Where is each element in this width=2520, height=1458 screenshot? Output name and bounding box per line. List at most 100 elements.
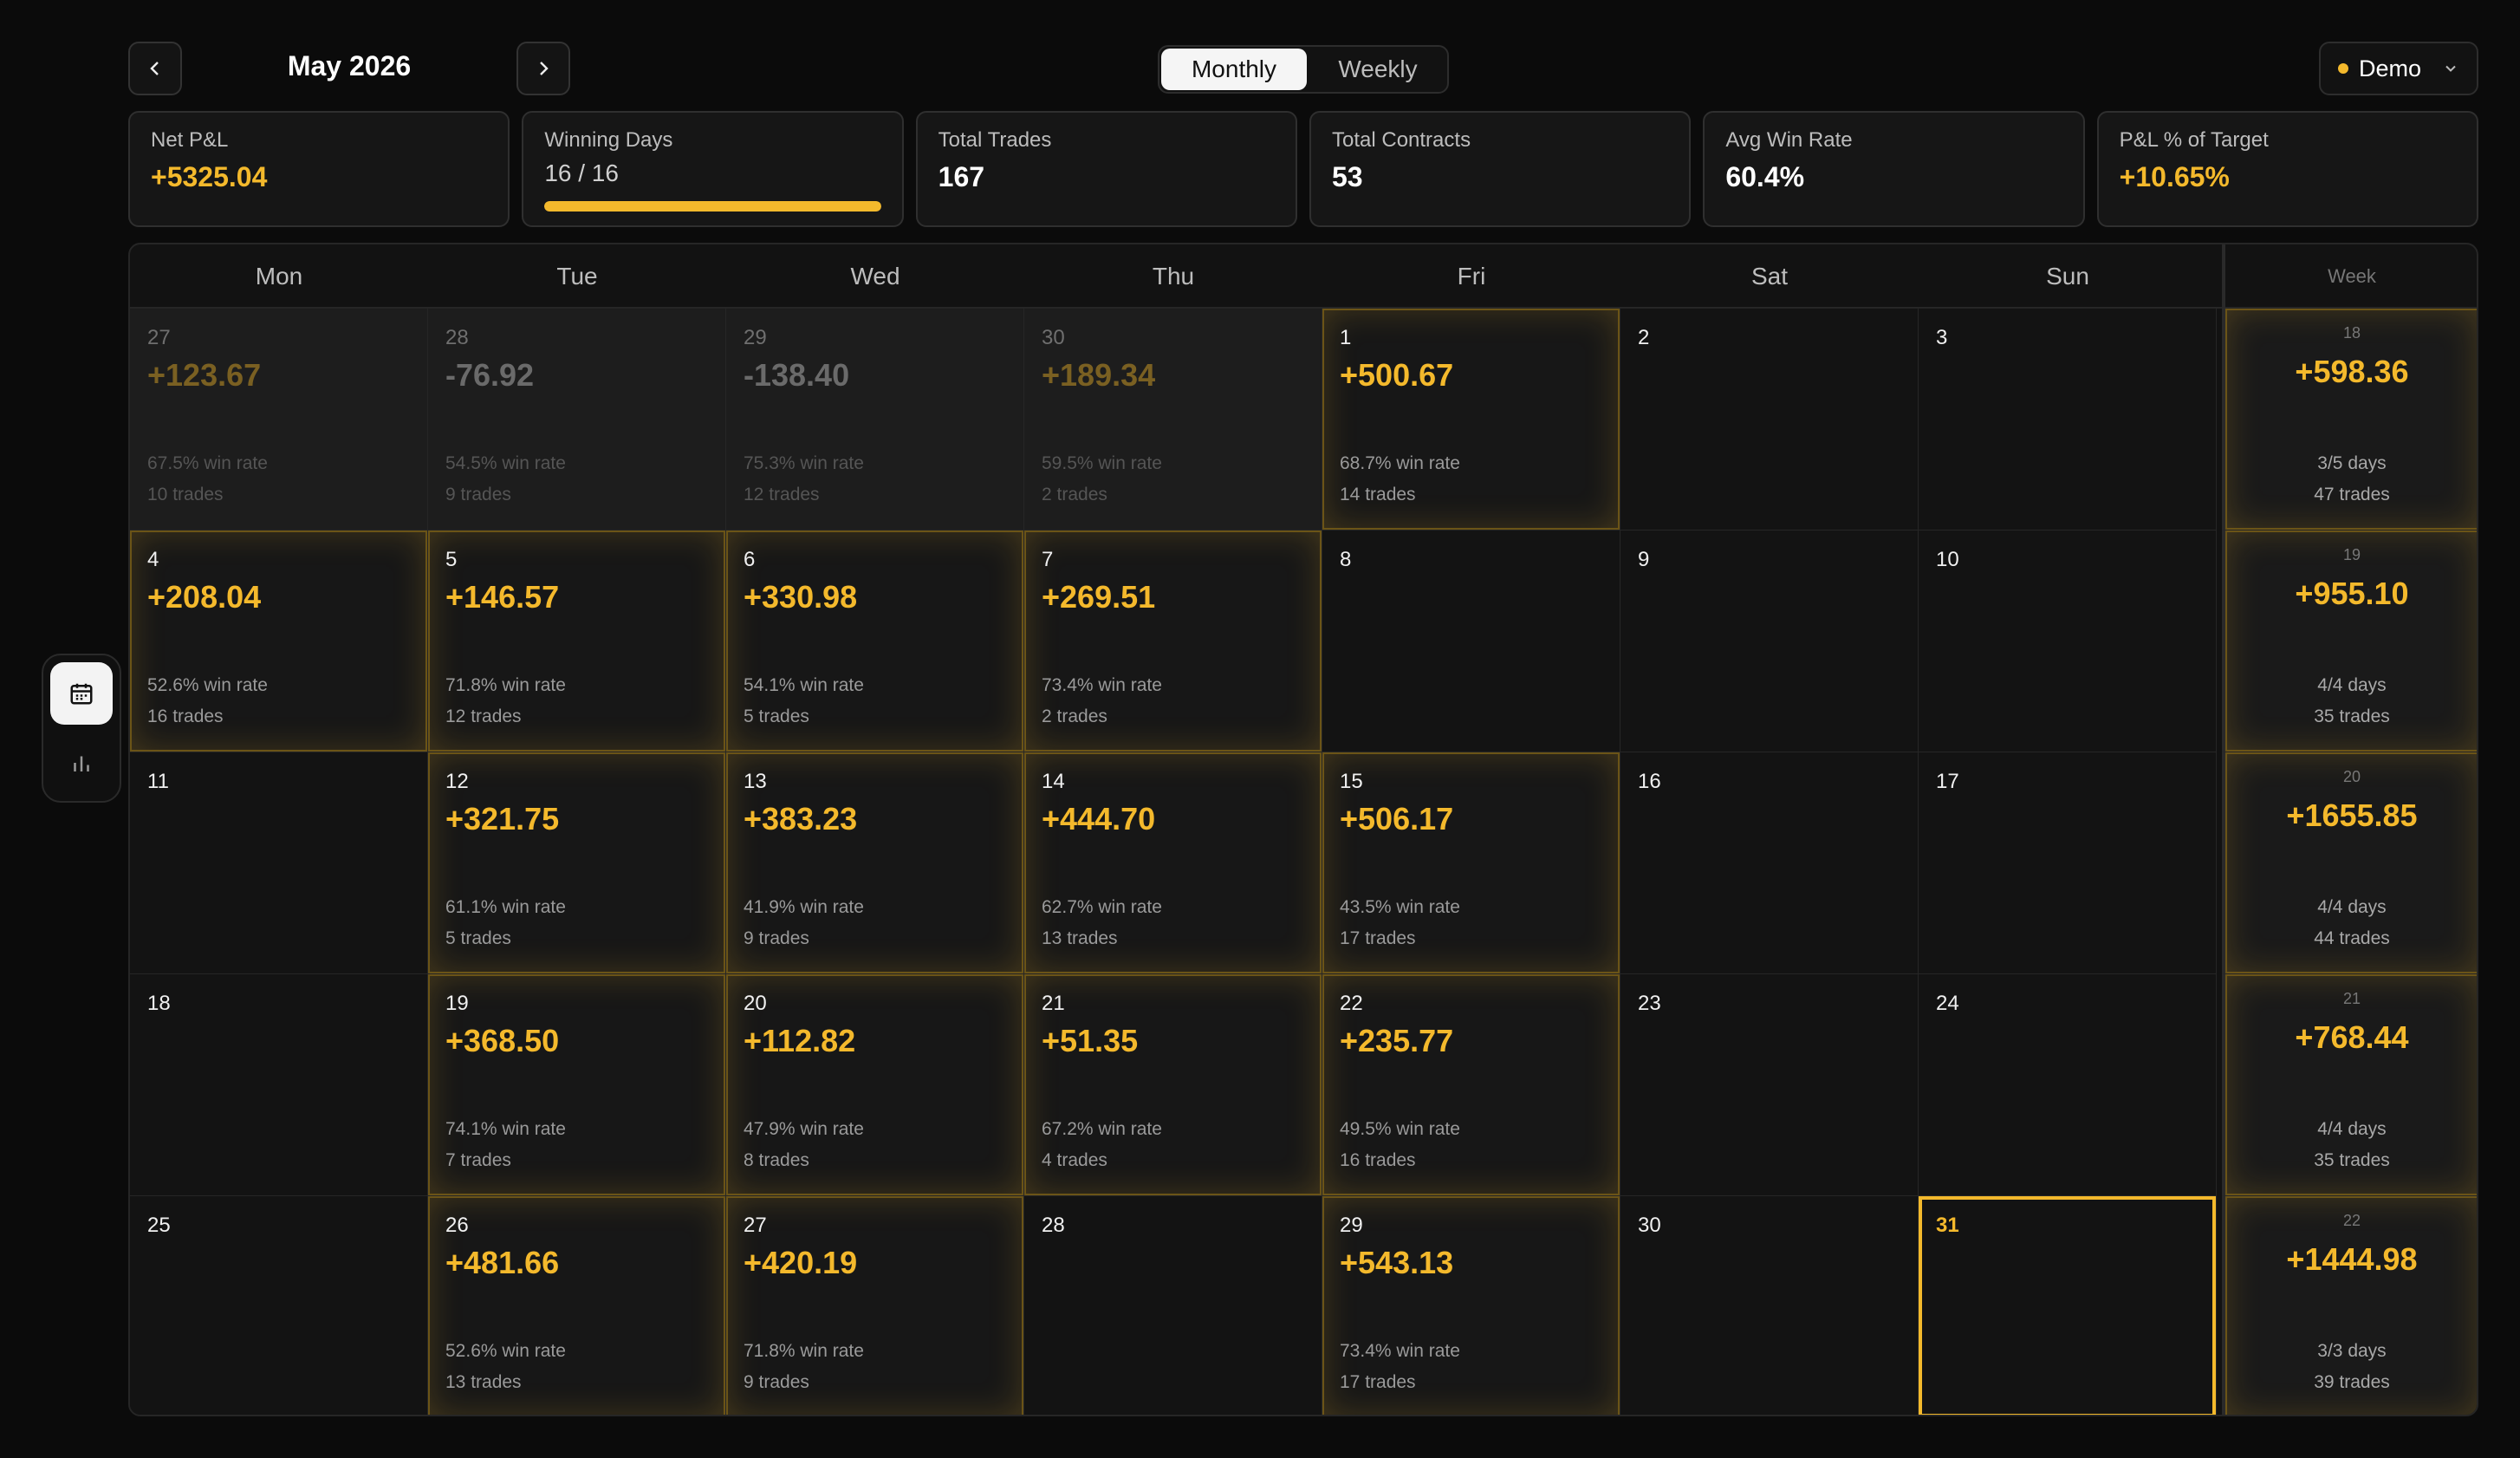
day-meta: 41.9% win rate 9 trades — [744, 892, 864, 954]
day-cell[interactable]: 9 — [1620, 530, 1919, 752]
stat-net-pnl: Net P&L +5325.04 — [128, 111, 510, 227]
stat-label: Avg Win Rate — [1725, 128, 1853, 152]
day-pnl: +330.98 — [744, 579, 858, 615]
day-cell[interactable]: 25 — [130, 1196, 428, 1415]
chevron-left-icon — [150, 62, 159, 75]
day-trades: 8 trades — [744, 1150, 809, 1170]
day-cell[interactable]: 28 -76.92 54.5% win rate 9 trades — [428, 309, 726, 530]
calendar-view-button[interactable] — [50, 662, 113, 725]
day-cell[interactable]: 27 +123.67 67.5% win rate 10 trades — [130, 309, 428, 530]
day-cell[interactable]: 23 — [1620, 974, 1919, 1196]
day-cell[interactable]: 6 +330.98 54.1% win rate 5 trades — [726, 530, 1024, 752]
day-number: 4 — [147, 548, 159, 571]
day-win-rate: 61.1% win rate — [445, 897, 566, 917]
day-number: 25 — [147, 1214, 171, 1237]
week-summary-cell[interactable]: 19 +955.10 4/4 days 35 trades — [2222, 530, 2477, 752]
tab-weekly[interactable]: Weekly — [1310, 49, 1445, 90]
day-cell[interactable]: 24 — [1919, 974, 2217, 1196]
week-pnl: +598.36 — [2295, 354, 2409, 389]
stat-avg-win-rate: Avg Win Rate 60.4% — [1703, 111, 2085, 227]
week-meta: 3/5 days 47 trades — [2225, 448, 2477, 511]
day-cell[interactable]: 30 +189.34 59.5% win rate 2 trades — [1024, 309, 1322, 530]
day-cell[interactable]: 17 — [1919, 752, 2217, 974]
day-cell[interactable]: 18 — [130, 974, 428, 1196]
day-cell-today[interactable]: 31 — [1919, 1196, 2217, 1415]
week-summary-cell[interactable]: 18 +598.36 3/5 days 47 trades — [2222, 309, 2477, 530]
day-trades: 5 trades — [744, 706, 809, 726]
day-cell[interactable]: 30 — [1620, 1196, 1919, 1415]
account-selector[interactable]: Demo — [2319, 42, 2478, 95]
day-meta: 68.7% win rate 14 trades — [1340, 448, 1460, 511]
day-cell[interactable]: 2 — [1620, 309, 1919, 530]
day-cell[interactable]: 15 +506.17 43.5% win rate 17 trades — [1322, 752, 1620, 974]
week-days: 3/3 days — [2317, 1341, 2387, 1361]
day-pnl: +235.77 — [1340, 1023, 1454, 1058]
day-cell[interactable]: 20 +112.82 47.9% win rate 8 trades — [726, 974, 1024, 1196]
day-meta: 62.7% win rate 13 trades — [1042, 892, 1162, 954]
day-meta: 47.9% win rate 8 trades — [744, 1114, 864, 1176]
day-number: 31 — [1936, 1214, 1959, 1237]
analytics-view-button[interactable] — [50, 732, 113, 794]
day-cell[interactable]: 8 — [1322, 530, 1620, 752]
day-win-rate: 75.3% win rate — [744, 453, 864, 473]
week-summary-cell[interactable]: 20 +1655.85 4/4 days 44 trades — [2222, 752, 2477, 974]
day-number: 3 — [1936, 326, 1948, 349]
next-month-button[interactable] — [516, 42, 570, 95]
day-cell[interactable]: 27 +420.19 71.8% win rate 9 trades — [726, 1196, 1024, 1415]
day-meta: 43.5% win rate 17 trades — [1340, 892, 1460, 954]
day-number: 29 — [744, 326, 767, 349]
day-cell[interactable]: 16 — [1620, 752, 1919, 974]
weekday-header: Tue — [556, 263, 598, 290]
calendar-grid: Week Mon Tue Wed Thu Fri Sat Sun 27 +123.67 67.5… — [128, 243, 2478, 1416]
winning-days-progress — [544, 201, 881, 212]
day-cell[interactable]: 28 — [1024, 1196, 1322, 1415]
day-number: 15 — [1340, 770, 1363, 793]
day-number: 24 — [1936, 992, 1959, 1015]
day-cell[interactable]: 29 -138.40 75.3% win rate 12 trades — [726, 309, 1024, 530]
day-cell[interactable]: 29 +543.13 73.4% win rate 17 trades — [1322, 1196, 1620, 1415]
stat-value: 53 — [1332, 161, 1363, 192]
day-cell[interactable]: 7 +269.51 73.4% win rate 2 trades — [1024, 530, 1322, 752]
day-cell[interactable]: 14 +444.70 62.7% win rate 13 trades — [1024, 752, 1322, 974]
day-cell[interactable]: 3 — [1919, 309, 2217, 530]
day-cell[interactable]: 22 +235.77 49.5% win rate 16 trades — [1322, 974, 1620, 1196]
day-meta: 61.1% win rate 5 trades — [445, 892, 566, 954]
week-trades: 44 trades — [2314, 928, 2390, 948]
chevron-right-icon — [540, 62, 549, 75]
day-pnl: +368.50 — [445, 1023, 560, 1058]
previous-month-button[interactable] — [128, 42, 182, 95]
day-number: 27 — [744, 1214, 767, 1237]
day-cell[interactable]: 10 — [1919, 530, 2217, 752]
day-trades: 13 trades — [1042, 928, 1118, 948]
stat-value: 167 — [938, 161, 985, 192]
day-cell[interactable]: 19 +368.50 74.1% win rate 7 trades — [428, 974, 726, 1196]
stat-label: Net P&L — [151, 128, 229, 152]
account-label: Demo — [2359, 55, 2422, 81]
day-number: 16 — [1638, 770, 1661, 793]
day-pnl: -76.92 — [445, 357, 535, 393]
week-summary-cell[interactable]: 21 +768.44 4/4 days 35 trades — [2222, 974, 2477, 1196]
day-cell[interactable]: 1 +500.67 68.7% win rate 14 trades — [1322, 309, 1620, 530]
stat-value: 60.4% — [1725, 161, 1805, 192]
day-meta: 71.8% win rate 9 trades — [744, 1336, 864, 1398]
day-win-rate: 67.2% win rate — [1042, 1119, 1162, 1139]
day-cell[interactable]: 21 +51.35 67.2% win rate 4 trades — [1024, 974, 1322, 1196]
day-win-rate: 54.5% win rate — [445, 453, 566, 473]
stat-winning-days: Winning Days 16 / 16 — [522, 111, 904, 227]
day-cell[interactable]: 12 +321.75 61.1% win rate 5 trades — [428, 752, 726, 974]
week-summary-cell[interactable]: 22 +1444.98 3/3 days 39 trades — [2222, 1196, 2477, 1415]
day-meta: 67.5% win rate 10 trades — [147, 448, 268, 511]
day-cell[interactable]: 4 +208.04 52.6% win rate 16 trades — [130, 530, 428, 752]
day-number: 9 — [1638, 548, 1650, 571]
tab-monthly[interactable]: Monthly — [1161, 49, 1307, 90]
day-cell[interactable]: 13 +383.23 41.9% win rate 9 trades — [726, 752, 1024, 974]
day-cell[interactable]: 11 — [130, 752, 428, 974]
day-win-rate: 73.4% win rate — [1340, 1341, 1460, 1361]
day-win-rate: 71.8% win rate — [744, 1341, 864, 1361]
day-cell[interactable]: 26 +481.66 52.6% win rate 13 trades — [428, 1196, 726, 1415]
day-trades: 12 trades — [445, 706, 522, 726]
day-number: 26 — [445, 1214, 469, 1237]
day-trades: 4 trades — [1042, 1150, 1107, 1170]
day-number: 10 — [1936, 548, 1959, 571]
day-cell[interactable]: 5 +146.57 71.8% win rate 12 trades — [428, 530, 726, 752]
